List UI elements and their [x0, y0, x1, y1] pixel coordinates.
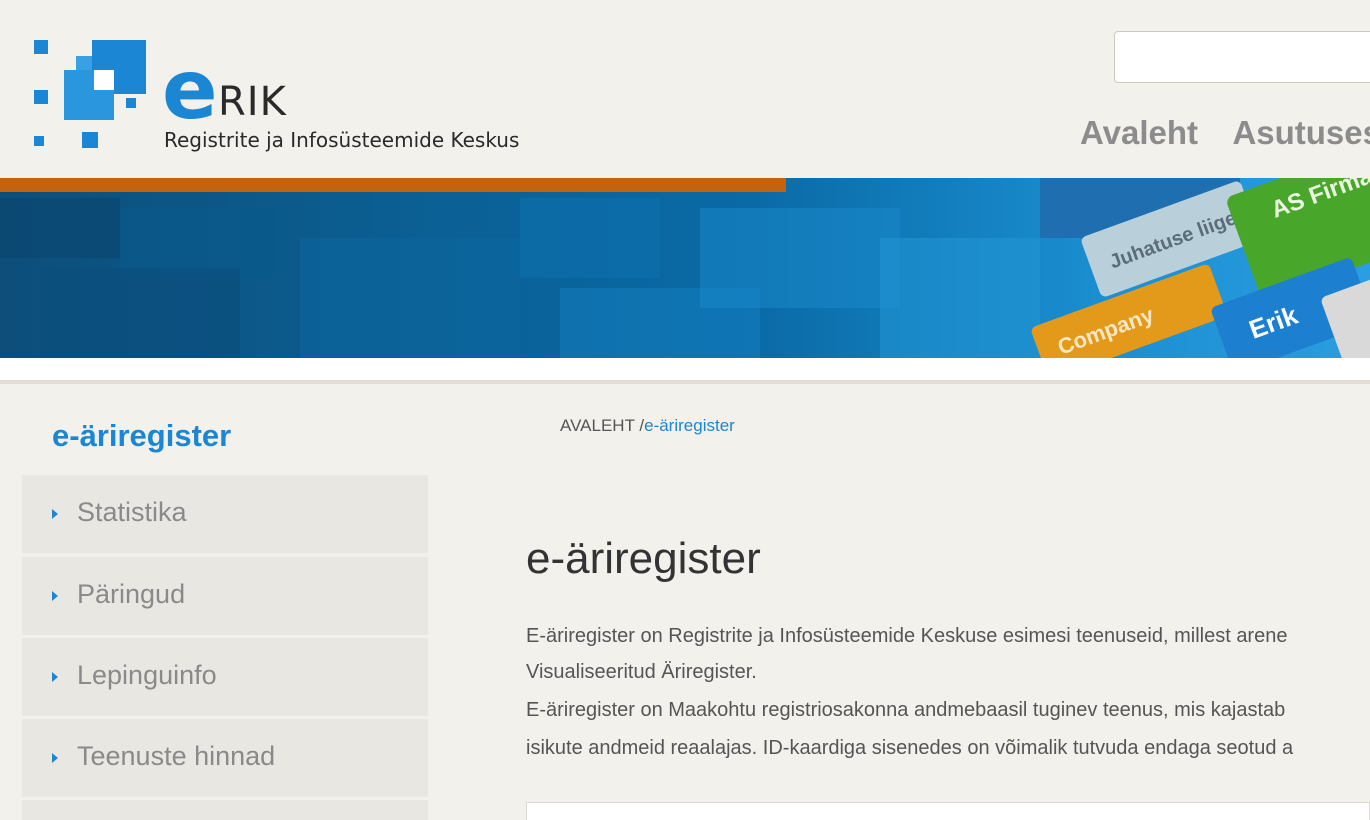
paragraph-line: isikute andmeid reaalajas. ID-kaardiga s… [526, 737, 1294, 759]
top-navigation: Avaleht Asutusest [1080, 114, 1370, 152]
site-header: e RIK Registrite ja Infosüsteemide Kesku… [0, 0, 1370, 178]
hero-banner: Company Juhatuse liige AS Firma Erik [0, 178, 1370, 358]
banner-bottom-band [0, 358, 1370, 382]
sidebar-item-lepinguinfo[interactable]: Lepinguinfo [22, 638, 428, 716]
erik-logo[interactable]: e RIK Registrite ja Infosüsteemide Kesku… [30, 36, 570, 156]
logo-rik: RIK [218, 79, 287, 125]
breadcrumb-home[interactable]: AVALEHT [560, 416, 635, 435]
sidebar-item-paringud[interactable]: Päringud [22, 557, 428, 635]
arrow-right-icon [52, 591, 58, 601]
sidebar-item-partial[interactable] [22, 800, 428, 820]
breadcrumb: AVALEHT /e-äriregister [560, 416, 735, 436]
banner-orange-bar [0, 178, 786, 192]
nav-asutusest[interactable]: Asutusest [1232, 114, 1370, 152]
page-title: e-äriregister [526, 534, 761, 583]
arrow-right-icon [52, 672, 58, 682]
search-input[interactable] [1114, 31, 1370, 83]
breadcrumb-current[interactable]: e-äriregister [644, 416, 735, 435]
sidebar-item-statistika[interactable]: Statistika [22, 475, 428, 553]
arrow-right-icon [52, 753, 58, 763]
sidebar-item-label: Teenuste hinnad [77, 741, 276, 771]
paragraph-line: Visualiseeritud Äriregister. [526, 661, 757, 683]
content-panel [526, 802, 1370, 820]
banner-graphic: Company Juhatuse liige AS Firma Erik [0, 178, 1370, 358]
sidebar-item-label: Päringud [77, 579, 186, 609]
nav-avaleht[interactable]: Avaleht [1080, 114, 1198, 152]
divider [0, 380, 1370, 384]
logo-squares-icon [34, 40, 146, 148]
logo-e: e [162, 43, 218, 138]
paragraph-line: E-äriregister on Registrite ja Infosüste… [526, 625, 1288, 647]
arrow-right-icon [52, 509, 58, 519]
paragraph-line: E-äriregister on Maakohtu registriosakon… [526, 699, 1286, 721]
logo-subtitle: Registrite ja Infosüsteemide Keskus [164, 128, 520, 152]
sidebar-item-label: Statistika [77, 497, 187, 527]
sidebar-item-teenuste-hinnad[interactable]: Teenuste hinnad [22, 719, 428, 797]
sidebar-item-label: Lepinguinfo [77, 660, 217, 690]
sidebar-title[interactable]: e-äriregister [52, 418, 231, 454]
